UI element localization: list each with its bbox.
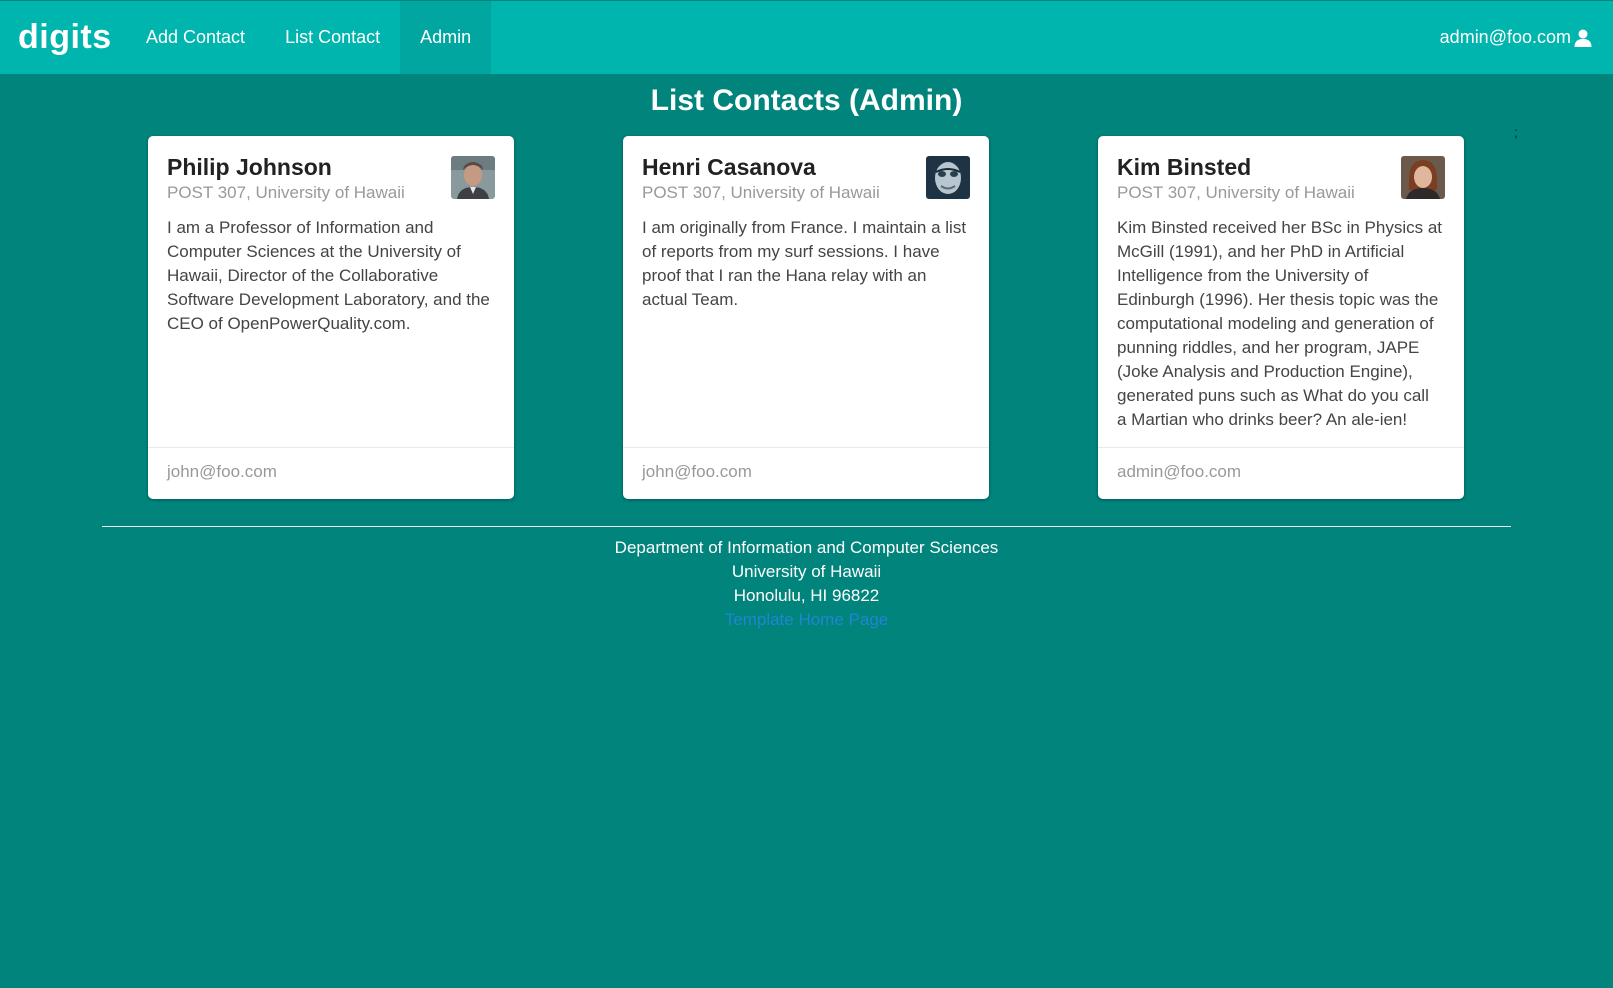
contact-owner: admin@foo.com (1098, 447, 1464, 499)
contact-address: POST 307, University of Hawaii (642, 183, 880, 202)
contact-name: Philip Johnson (167, 154, 332, 180)
footer-divider (102, 526, 1511, 527)
contact-owner: john@foo.com (623, 447, 989, 499)
contact-name: Kim Binsted (1117, 154, 1252, 180)
contact-description: I am a Professor of Information and Comp… (167, 218, 490, 333)
contact-card: Philip Johnson POST 307, University of H… (148, 136, 514, 499)
nav-admin[interactable]: Admin (400, 1, 492, 74)
page-title: List Contacts (Admin) (650, 84, 963, 117)
nav-add-contact[interactable]: Add Contact (126, 1, 265, 74)
stray-text: ; (1514, 124, 1518, 140)
user-icon (1574, 29, 1592, 47)
contact-address: POST 307, University of Hawaii (167, 183, 405, 202)
template-home-link[interactable]: Template Home Page (725, 610, 888, 629)
contact-avatar (451, 156, 495, 199)
contact-address: POST 307, University of Hawaii (1117, 183, 1355, 202)
contact-card: Henri Casanova POST 307, University of H… (623, 136, 989, 499)
footer-university: University of Hawaii (731, 562, 882, 581)
contact-owner: john@foo.com (148, 447, 514, 499)
footer-department: Department of Information and Computer S… (614, 538, 999, 557)
nav-list-contact[interactable]: List Contact (265, 1, 400, 74)
user-email: admin@foo.com (1439, 27, 1571, 47)
footer: Department of Information and Computer S… (0, 536, 1613, 632)
contact-avatar (926, 156, 970, 199)
user-menu[interactable]: admin@foo.com (1440, 1, 1593, 74)
contact-card: Kim Binsted POST 307, University of Hawa… (1098, 136, 1464, 499)
contact-name: Henri Casanova (642, 154, 816, 180)
contact-description: I am originally from France. I maintain … (642, 218, 967, 309)
brand-logo[interactable]: digits (0, 18, 126, 57)
contact-description: Kim Binsted received her BSc in Physics … (1117, 218, 1443, 429)
top-navbar: digits Add Contact List Contact Admin ad… (0, 1, 1613, 74)
footer-address: Honolulu, HI 96822 (733, 586, 880, 605)
contact-avatar (1401, 156, 1445, 199)
